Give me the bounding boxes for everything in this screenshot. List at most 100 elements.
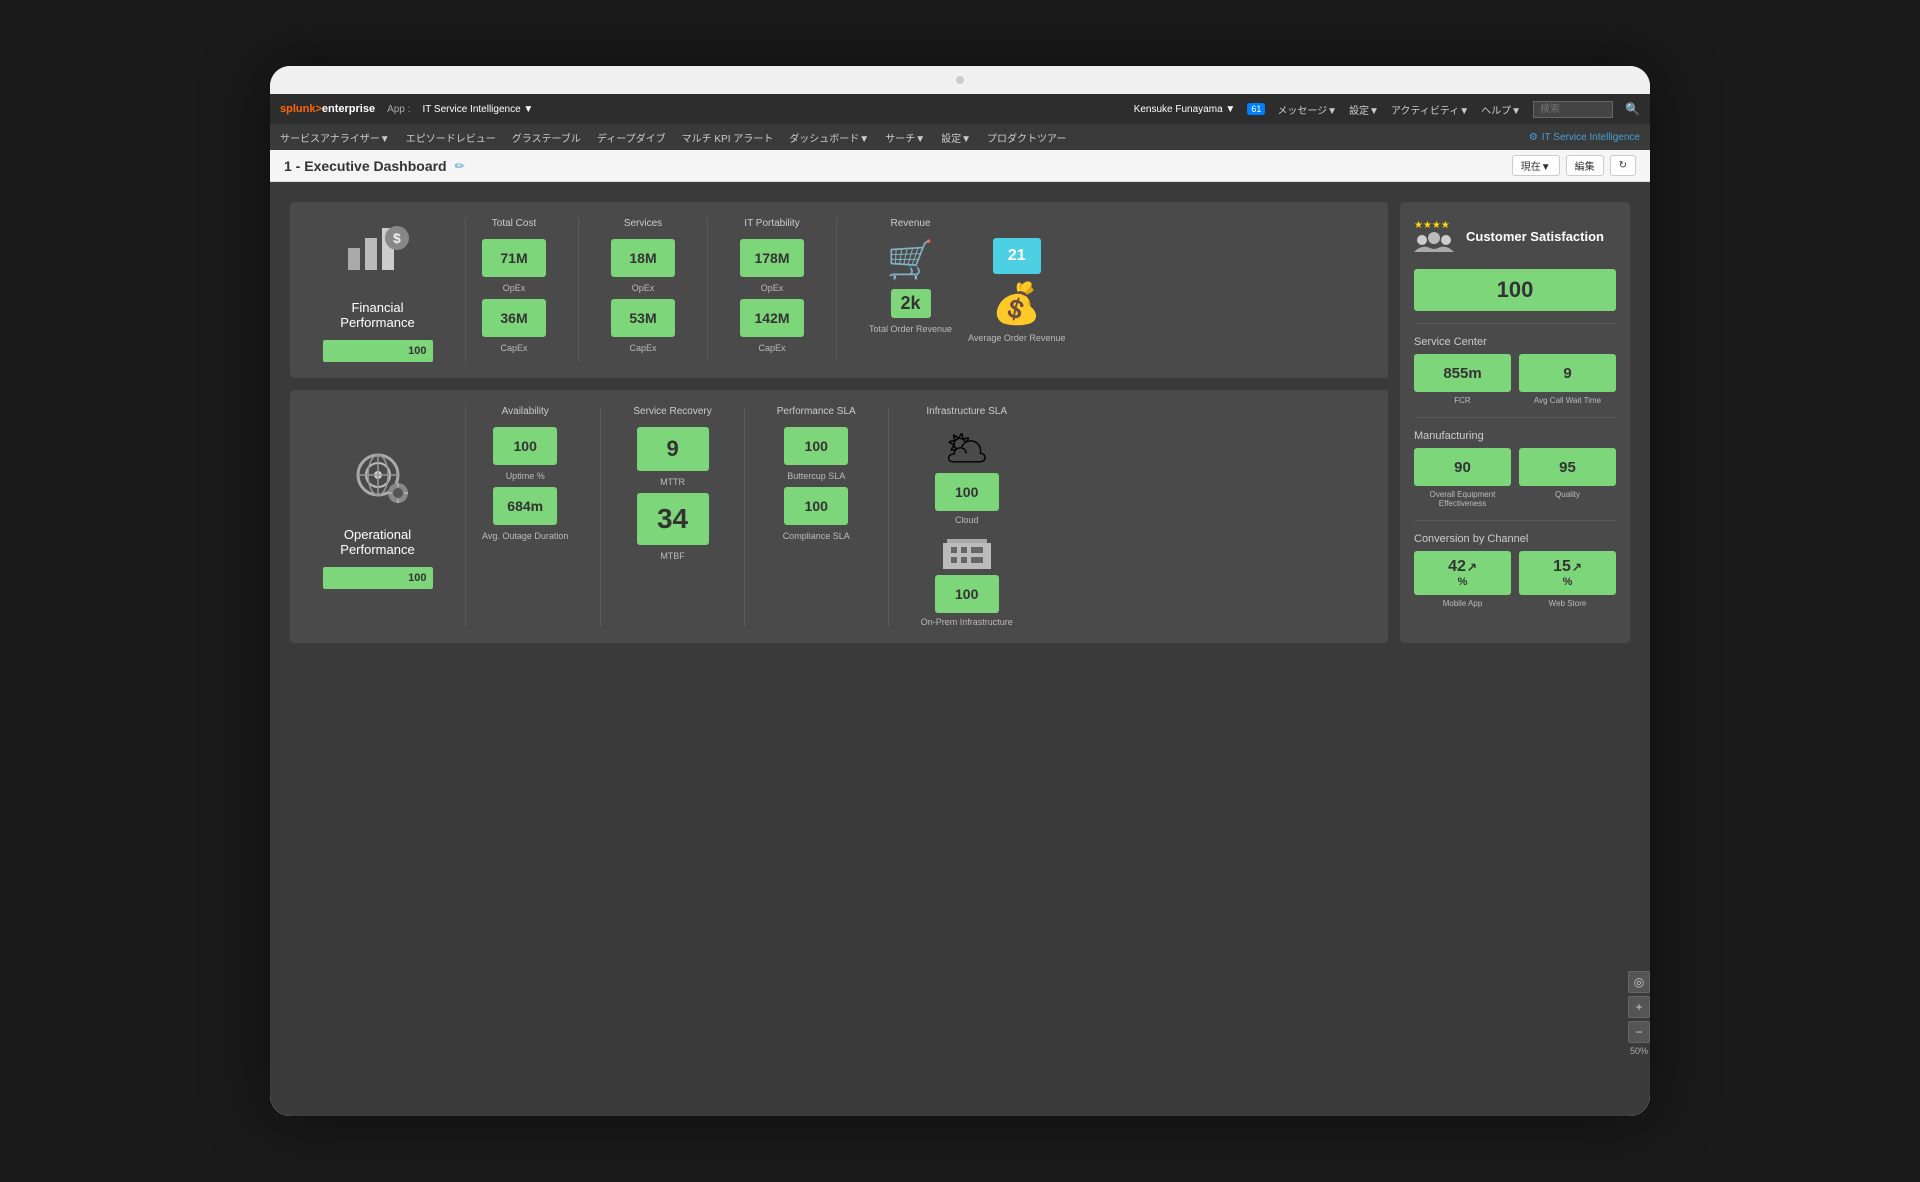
- nav-deep-dive[interactable]: ディープダイブ: [597, 130, 666, 145]
- conversion-title: Conversion by Channel: [1414, 533, 1616, 545]
- app-name[interactable]: IT Service Intelligence ▼: [422, 104, 533, 115]
- mobile-value: 42: [1448, 558, 1466, 576]
- left-panels: $ FinancialPerformance 100: [290, 202, 1388, 643]
- help-menu[interactable]: ヘルプ▼: [1481, 102, 1521, 117]
- financial-panel-title: FinancialPerformance: [340, 300, 414, 330]
- cs-divider-2: [1414, 417, 1616, 418]
- service-center-title: Service Center: [1414, 336, 1616, 348]
- dashboard-title-bar: 1 - Executive Dashboard ✏ 現在▼ 編集 ↻: [270, 150, 1650, 182]
- operational-icon-area: OperationalPerformance 100: [306, 406, 466, 627]
- cart-icon: 🛒: [887, 239, 934, 283]
- quality-label: Quality: [1555, 490, 1580, 499]
- nav-product-tour[interactable]: プロダクトツアー: [987, 130, 1066, 145]
- dashboard-actions: 現在▼ 編集 ↻: [1512, 155, 1636, 176]
- money-icon: 💰: [992, 280, 1042, 327]
- financial-metrics: Total Cost 71M OpEx 36M CapEx: [466, 218, 1372, 362]
- effectiveness-value: 90: [1454, 459, 1471, 476]
- nav-glass-table[interactable]: グラステーブル: [512, 130, 581, 145]
- effectiveness-metric: 90 Overall Equipment Effectiveness: [1414, 448, 1511, 508]
- edit-button[interactable]: 編集: [1566, 155, 1604, 176]
- mttr-value: 9: [666, 436, 678, 462]
- nav-dashboard[interactable]: ダッシュボード▼: [789, 130, 869, 145]
- customer-icon: ★★★★: [1414, 216, 1458, 257]
- splunk-logo: splunk>enterprise: [280, 103, 375, 115]
- service-center-metrics: 855m FCR 9 Avg Call Wait Time: [1414, 354, 1616, 405]
- uptime-box: 100: [493, 427, 557, 465]
- it-opex-label: OpEx: [761, 283, 784, 293]
- manufacturing-metrics: 90 Overall Equipment Effectiveness 95 Qu…: [1414, 448, 1616, 508]
- financial-score: 100: [408, 345, 426, 357]
- activity-menu[interactable]: アクティビティ▼: [1391, 102, 1469, 117]
- it-opex-value: 178M: [754, 250, 789, 266]
- cloud-label: Cloud: [955, 515, 979, 525]
- now-button[interactable]: 現在▼: [1512, 155, 1560, 176]
- services-capex-value: 53M: [629, 310, 656, 326]
- itsi-logo: ⚙ IT Service Intelligence: [1529, 132, 1640, 143]
- infra-metric-box: 100: [935, 575, 999, 613]
- operational-score-bar: 100: [323, 567, 433, 589]
- operational-panel-title: OperationalPerformance: [340, 527, 414, 557]
- app-label: App :: [387, 104, 410, 115]
- total-cost-opex-label: OpEx: [503, 283, 526, 293]
- zoom-in-button[interactable]: +: [1628, 996, 1650, 1018]
- avg-call-value: 9: [1563, 365, 1571, 382]
- cloud-group: 🌥 100 Cloud: [921, 427, 1013, 525]
- quality-box: 95: [1519, 448, 1616, 486]
- scroll-target-button[interactable]: ◎: [1628, 971, 1650, 993]
- mtbf-label: MTBF: [660, 551, 685, 561]
- scroll-controls: ◎ + − 50%: [1628, 971, 1650, 1056]
- zoom-out-button[interactable]: −: [1628, 1021, 1650, 1043]
- cs-title: Customer Satisfaction: [1466, 229, 1604, 244]
- cloud-metric-box: 100: [935, 473, 999, 511]
- mtbf-box: 34: [637, 493, 709, 545]
- op-divider-2: [744, 406, 745, 627]
- services-opex-value: 18M: [629, 250, 656, 266]
- financial-icon: $: [343, 218, 413, 290]
- it-portability-group: IT Portability 178M OpEx 142M CapEx: [740, 218, 804, 362]
- cs-score-value: 100: [1497, 277, 1534, 303]
- total-cost-capex-label: CapEx: [500, 343, 527, 353]
- operational-score: 100: [408, 572, 426, 584]
- total-cost-opex-value: 71M: [500, 250, 527, 266]
- compliance-label: Compliance SLA: [783, 531, 850, 541]
- mttr-label: MTTR: [660, 477, 685, 487]
- user-menu[interactable]: Kensuke Funayama ▼: [1134, 104, 1236, 115]
- total-cost-group: Total Cost 71M OpEx 36M CapEx: [482, 218, 546, 362]
- nav-episode-review[interactable]: エピソードレビュー: [406, 130, 496, 145]
- quality-value: 95: [1559, 459, 1576, 476]
- outage-value: 684m: [507, 498, 543, 514]
- op-divider-3: [888, 406, 889, 627]
- availability-group: Availability 100 Uptime % 684m Avg. Outa…: [482, 406, 568, 627]
- web-label: Web Store: [1549, 599, 1587, 608]
- nav-multi-kpi[interactable]: マルチ KPI アラート: [682, 130, 774, 145]
- revenue-value: 2k: [901, 293, 921, 313]
- search-icon[interactable]: 🔍: [1625, 102, 1640, 116]
- second-navigation: サービスアナライザー▼ エピソードレビュー グラステーブル ディープダイブ マル…: [270, 124, 1650, 150]
- nav-search[interactable]: サーチ▼: [885, 130, 925, 145]
- dashboard-content: $ FinancialPerformance 100: [270, 182, 1650, 1116]
- compliance-box: 100: [784, 487, 848, 525]
- edit-pencil-icon[interactable]: ✏: [455, 159, 465, 173]
- refresh-button[interactable]: ↻: [1610, 155, 1636, 176]
- dashboard-grid: $ FinancialPerformance 100: [290, 202, 1630, 643]
- buttercup-label: Buttercup SLA: [787, 471, 845, 481]
- search-input[interactable]: [1533, 101, 1613, 118]
- total-cost-capex-box: 36M: [482, 299, 546, 337]
- manufacturing-title: Manufacturing: [1414, 430, 1616, 442]
- total-cost-opex-box: 71M: [482, 239, 546, 277]
- services-capex-label: CapEx: [629, 343, 656, 353]
- financial-score-bar: 100: [323, 340, 433, 362]
- infra-group: 100 On-Prem Infrastructure: [921, 531, 1013, 627]
- operational-icon: [343, 445, 413, 517]
- cloud-value: 100: [955, 484, 978, 500]
- web-metric: 15 ↗ % Web Store: [1519, 551, 1616, 608]
- nav-service-analyzer[interactable]: サービスアナライザー▼: [280, 130, 390, 145]
- avg-order-label: Average Order Revenue: [968, 333, 1065, 343]
- messages-menu[interactable]: メッセージ▼: [1277, 102, 1337, 117]
- total-cost-capex-value: 36M: [500, 310, 527, 326]
- outage-label: Avg. Outage Duration: [482, 531, 568, 541]
- infra-sla-group: Infrastructure SLA 🌥 100 Cloud: [921, 406, 1013, 627]
- settings-menu[interactable]: 設定▼: [1349, 102, 1379, 117]
- nav-settings[interactable]: 設定▼: [941, 130, 971, 145]
- divider-3: [836, 218, 837, 362]
